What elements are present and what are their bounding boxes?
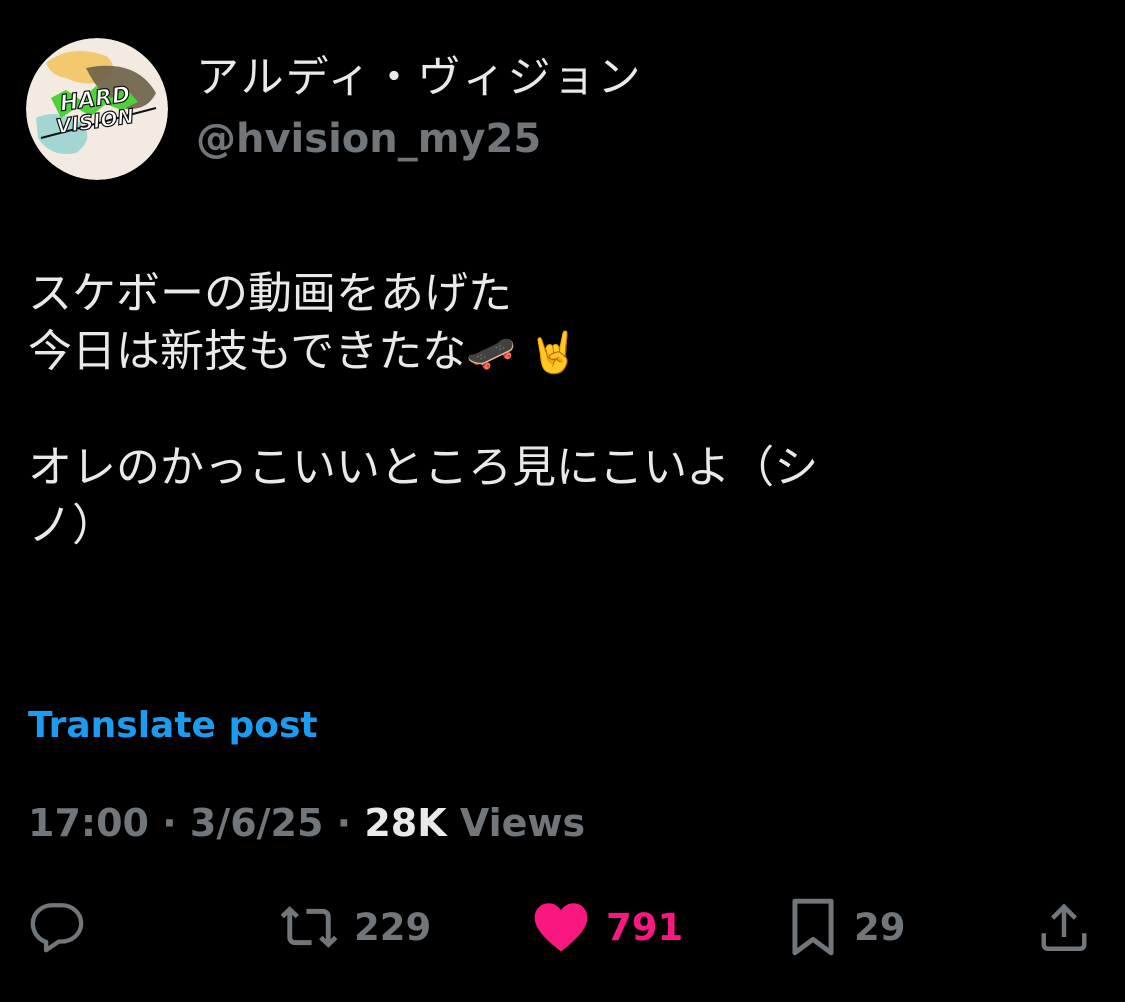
views-count[interactable]: 28K xyxy=(364,801,446,845)
post-time[interactable]: 17:00 xyxy=(28,801,149,845)
meta-separator: · xyxy=(162,801,177,845)
bookmark-icon xyxy=(792,898,834,956)
avatar-logo-image: HARD VISION xyxy=(26,38,168,180)
post-line-blank xyxy=(28,381,1028,439)
repost-button[interactable]: 229 xyxy=(278,892,431,962)
reply-icon xyxy=(30,903,84,953)
share-icon xyxy=(1041,903,1087,951)
post-line: スケボーの動画をあげた xyxy=(28,268,512,319)
author-handle[interactable]: @hvision_my25 xyxy=(196,114,541,164)
post-line: オレのかっこいいところ見にこいよ（シ xyxy=(28,442,819,493)
repost-icon xyxy=(280,906,338,948)
translate-post-link[interactable]: Translate post xyxy=(28,703,318,749)
post-meta: 17:00 · 3/6/25 · 28K Views xyxy=(28,799,585,847)
repost-count: 229 xyxy=(354,905,432,949)
reply-button[interactable] xyxy=(28,892,86,962)
like-count: 791 xyxy=(606,905,684,949)
skateboard-and-horns-emoji: 🛹 🤘 xyxy=(466,330,579,376)
meta-separator: · xyxy=(336,801,352,845)
post-text: スケボーの動画をあげた 今日は新技もできたな🛹 🤘 オレのかっこいいところ見にこ… xyxy=(28,265,1028,555)
like-button[interactable]: 791 xyxy=(530,892,683,962)
action-bar: 229 791 29 xyxy=(0,892,1125,962)
post-line-text: 今日は新技もできたな xyxy=(28,326,467,377)
post-date[interactable]: 3/6/25 xyxy=(190,801,324,845)
post-line: ノ） xyxy=(28,500,116,551)
post-line: 今日は新技もできたな🛹 🤘 xyxy=(28,323,1028,381)
avatar[interactable]: HARD VISION xyxy=(26,38,168,180)
share-button[interactable] xyxy=(1034,892,1094,962)
views-label[interactable]: Views xyxy=(460,801,585,845)
bookmark-count: 29 xyxy=(854,905,906,949)
heart-icon xyxy=(534,903,588,952)
author-display-name[interactable]: アルディ・ヴィジョン xyxy=(196,52,643,104)
bookmark-button[interactable]: 29 xyxy=(786,892,906,962)
